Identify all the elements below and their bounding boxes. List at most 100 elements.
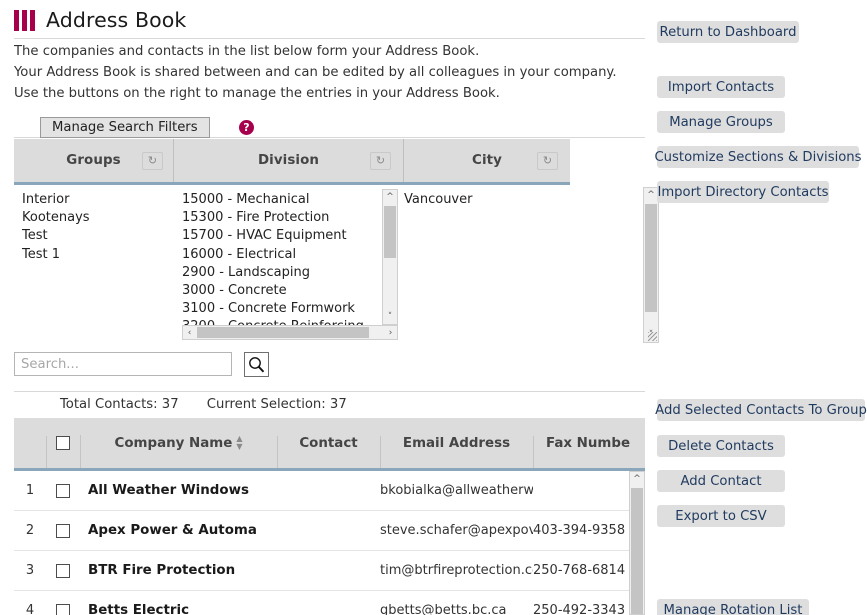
row-checkbox[interactable]: [56, 563, 70, 578]
row-fax: 250-768-6814: [533, 563, 626, 578]
scroll-up-icon[interactable]: ^: [630, 472, 644, 486]
division-option[interactable]: 3100 - Concrete Formwork: [182, 300, 377, 318]
scrollbar-thumb[interactable]: [197, 327, 369, 338]
division-option[interactable]: 15000 - Mechanical: [182, 191, 377, 209]
scroll-up-icon[interactable]: ^: [644, 188, 658, 202]
manage-groups-button[interactable]: Manage Groups: [657, 111, 785, 133]
page-header: Address Book: [14, 8, 186, 32]
row-email: tim@btrfireprotection.cc: [380, 563, 533, 578]
refresh-icon-city[interactable]: ↻: [537, 151, 558, 170]
group-option[interactable]: Kootenays: [22, 209, 167, 227]
manage-search-filters-button[interactable]: Manage Search Filters: [40, 117, 210, 138]
th-email-label: Email Address: [402, 435, 511, 451]
division-option[interactable]: 3000 - Concrete: [182, 282, 377, 300]
filter-panel-vertical-scrollbar[interactable]: ^ ˅: [643, 187, 659, 343]
scroll-down-icon[interactable]: ˅: [383, 310, 397, 324]
th-company-name[interactable]: Company Name ▲ ▼: [80, 435, 277, 485]
help-icon[interactable]: ?: [239, 120, 254, 135]
refresh-icon-groups[interactable]: ↻: [142, 151, 163, 170]
row-email: steve.schafer@apexpov: [380, 523, 533, 538]
row-fax: 403-394-9358: [533, 523, 626, 538]
row-email: gbetts@betts.bc.ca: [380, 603, 507, 615]
row-index: 3: [25, 563, 35, 578]
table-row[interactable]: 3 BTR Fire Protection tim@btrfireprotectio…: [14, 551, 645, 591]
division-list[interactable]: 15000 - Mechanical 15300 - Fire Protectio…: [182, 191, 377, 337]
division-horizontal-scrollbar[interactable]: ‹ ›: [182, 325, 398, 340]
table-row[interactable]: 2 Apex Power & Automa steve.schafer@apexpo…: [14, 511, 645, 551]
import-contacts-button[interactable]: Import Contacts: [657, 76, 785, 98]
filter-col-division[interactable]: Division ↻: [174, 139, 404, 182]
customize-sections-divisions-button[interactable]: Customize Sections & Divisions: [654, 146, 862, 168]
row-checkbox-cell[interactable]: [46, 603, 80, 615]
groups-list[interactable]: Interior Kootenays Test Test 1: [22, 191, 167, 264]
add-selected-contacts-to-group-button[interactable]: Add Selected Contacts To Group: [655, 399, 867, 421]
scroll-right-icon[interactable]: ›: [384, 326, 397, 339]
table-row[interactable]: 4 Betts Electric gbetts@betts.bc.ca 250-492…: [14, 591, 645, 615]
address-book-page: Address Book The companies and contacts …: [0, 0, 867, 615]
delete-contacts-button[interactable]: Delete Contacts: [657, 435, 785, 457]
scrollbar-thumb[interactable]: [631, 488, 643, 614]
row-index: 2: [25, 523, 35, 538]
filter-col-division-label: Division: [257, 153, 320, 168]
row-checkbox[interactable]: [56, 523, 70, 538]
scrollbar-thumb[interactable]: [384, 206, 396, 258]
total-contacts-label: Total Contacts: 37: [60, 397, 179, 412]
row-email: bkobialka@allweatherw: [380, 483, 533, 498]
search-button[interactable]: [244, 352, 269, 377]
division-option[interactable]: 16000 - Electrical: [182, 246, 377, 264]
table-row[interactable]: 1 All Weather Windows bkobialka@allweather…: [14, 471, 645, 511]
filter-col-city[interactable]: City ↻: [404, 139, 570, 182]
row-checkbox-cell[interactable]: [46, 483, 80, 498]
division-option[interactable]: 2900 - Landscaping: [182, 264, 377, 282]
return-to-dashboard-button[interactable]: Return to Dashboard: [657, 21, 799, 43]
th-email-address[interactable]: Email Address: [380, 435, 533, 486]
scrollbar-thumb[interactable]: [645, 204, 657, 312]
th-contact-label: Contact: [299, 435, 358, 451]
city-option[interactable]: Vancouver: [404, 191, 554, 209]
filter-col-groups[interactable]: Groups ↻: [14, 139, 174, 182]
division-option[interactable]: 15700 - HVAC Equipment: [182, 227, 377, 245]
row-company-name: Apex Power & Automa: [88, 523, 257, 538]
sort-arrows-icon[interactable]: ▲ ▼: [236, 435, 242, 451]
scroll-left-icon[interactable]: ‹: [183, 326, 196, 339]
page-title: Address Book: [46, 8, 187, 32]
intro-line-3: Use the buttons on the right to manage t…: [14, 86, 500, 101]
th-fax-number[interactable]: Fax Numbe: [533, 435, 643, 486]
export-to-csv-button[interactable]: Export to CSV: [657, 505, 785, 527]
select-all-checkbox-cell[interactable]: [46, 436, 80, 486]
contacts-rows: 1 All Weather Windows bkobialka@allweather…: [14, 471, 645, 615]
division-vertical-scrollbar[interactable]: ^ ˅: [382, 189, 398, 325]
app-logo-icon: [14, 9, 35, 31]
counts-bar: Total Contacts: 37 Current Selection: 37: [60, 397, 371, 412]
group-option[interactable]: Test 1: [22, 246, 167, 264]
group-option[interactable]: Interior: [22, 191, 167, 209]
select-all-checkbox[interactable]: [56, 436, 70, 450]
row-index: 1: [25, 483, 35, 498]
row-checkbox-cell[interactable]: [46, 523, 80, 538]
th-company-name-label: Company Name: [114, 436, 233, 451]
intro-line-1: The companies and contacts in the list b…: [14, 44, 480, 59]
row-company-name: All Weather Windows: [88, 483, 249, 498]
row-checkbox-cell[interactable]: [46, 563, 80, 578]
division-option[interactable]: 15300 - Fire Protection: [182, 209, 377, 227]
row-company-name: BTR Fire Protection: [88, 563, 236, 578]
row-checkbox[interactable]: [56, 603, 70, 615]
scroll-up-icon[interactable]: ^: [383, 190, 397, 204]
filter-header-underline: [14, 182, 570, 185]
city-list[interactable]: Vancouver: [404, 191, 554, 209]
contacts-vertical-scrollbar[interactable]: ^: [629, 471, 645, 615]
filter-body: Interior Kootenays Test Test 1 15000 - Mech…: [14, 187, 645, 343]
intro-line-2: Your Address Book is shared between and …: [14, 65, 617, 80]
row-company-name: Betts Electric: [88, 603, 190, 615]
add-contact-button[interactable]: Add Contact: [657, 470, 785, 492]
search-icon: [249, 357, 265, 373]
row-checkbox[interactable]: [56, 483, 70, 498]
manage-rotation-list-button[interactable]: Manage Rotation List: [657, 599, 809, 615]
import-directory-contacts-button[interactable]: Import Directory Contacts: [657, 181, 829, 203]
search-input[interactable]: [14, 352, 232, 376]
th-fax-label: Fax Numbe: [545, 435, 631, 451]
group-option[interactable]: Test: [22, 227, 167, 245]
resize-grip-icon[interactable]: [648, 332, 657, 341]
th-contact[interactable]: Contact: [277, 435, 380, 486]
refresh-icon-division[interactable]: ↻: [370, 151, 391, 170]
